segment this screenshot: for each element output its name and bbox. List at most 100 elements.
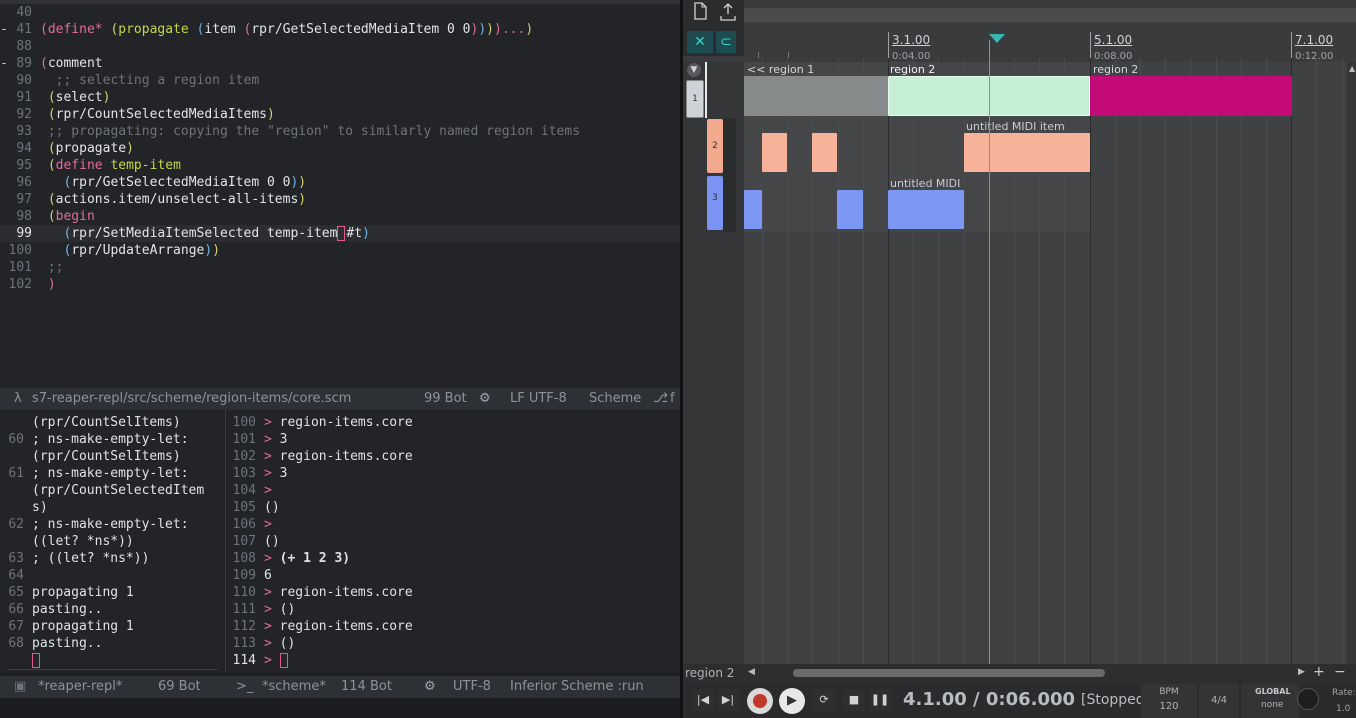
region-label-1[interactable]: << region 1	[747, 63, 814, 76]
scroll-left-icon[interactable]: ◀	[748, 667, 755, 677]
timeline-overview[interactable]	[744, 8, 1356, 22]
repeat-icon[interactable]: ⟳	[813, 689, 835, 711]
code-text: ;;	[40, 259, 64, 276]
code-token: ;; selecting a region item	[40, 73, 260, 88]
code-editor[interactable]: 40-41 (define* (propagate (item (rpr/GetS…	[0, 0, 680, 388]
repl-log-text: (rpr/CountSelItems)	[32, 449, 181, 464]
track-3-header[interactable]: 3	[707, 176, 723, 230]
region-label-3[interactable]: region 2	[1093, 63, 1138, 76]
code-line[interactable]: -89 (comment	[0, 55, 680, 72]
new-file-icon[interactable]	[687, 2, 713, 24]
code-token: (	[47, 209, 56, 224]
code-line[interactable]: 88	[0, 38, 680, 55]
repl-pane[interactable]: 100 > region-items.core 101 > 3 102 > region-…	[226, 410, 680, 672]
code-line[interactable]: 99 (rpr/SetMediaItemSelected temp-item #t…	[0, 225, 680, 242]
line-number: 64	[8, 568, 24, 583]
code-line[interactable]: 97 (actions.item/unselect-all-items)	[0, 191, 680, 208]
region-item-1[interactable]	[744, 76, 888, 116]
line-number: 61	[8, 466, 24, 481]
code-text: (propagate)	[40, 140, 134, 157]
go-to-end-icon[interactable]: ▶|	[717, 689, 739, 711]
code-line[interactable]: 95 (define temp-item	[0, 157, 680, 174]
horizontal-scrollbar-thumb[interactable]	[793, 669, 1105, 677]
code-line[interactable]: 93 ;; propagating: copying the "region" …	[0, 123, 680, 140]
stop-icon[interactable]: ■	[843, 689, 865, 711]
global-automation[interactable]: GLOBAL none	[1241, 684, 1299, 718]
scheme-buffer-name[interactable]: *scheme*	[262, 676, 326, 698]
time-signature[interactable]: 4/4	[1199, 684, 1239, 718]
ripple-edit-icon[interactable]: ✕	[687, 31, 713, 53]
playhead-line	[989, 40, 990, 664]
code-line[interactable]: 98 (begin	[0, 208, 680, 225]
line-number: 105	[232, 500, 256, 515]
scroll-up-icon[interactable]: ▲	[1349, 64, 1355, 73]
code-text: (define* (propagate (item (rpr/GetSelect…	[40, 21, 533, 38]
repl-log-pane[interactable]: (rpr/CountSelItems) 60 ; ns-make-empty-let…	[0, 410, 225, 672]
code-text: (begin	[40, 208, 95, 225]
repl-log-text: (rpr/CountSelectedItem	[32, 483, 205, 498]
gear-icon[interactable]: ⚙	[424, 676, 436, 698]
repl-buffer-name[interactable]: *reaper-repl*	[38, 676, 122, 698]
zoom-in-icon[interactable]: +	[1313, 664, 1325, 680]
code-line[interactable]: 102 )	[0, 276, 680, 293]
playhead-marker[interactable]	[989, 34, 1005, 43]
code-token: (	[47, 141, 56, 156]
pause-icon[interactable]: ❚❚	[869, 689, 891, 711]
code-line[interactable]: 101 ;;	[0, 259, 680, 276]
go-to-start-icon[interactable]: |◀	[692, 689, 714, 711]
region-item-3[interactable]	[1090, 76, 1292, 116]
code-line[interactable]: -41 (define* (propagate (item (rpr/GetSel…	[0, 21, 680, 38]
repl-line: 108 > (+ 1 2 3)	[226, 550, 351, 567]
code-token: )...	[494, 22, 526, 37]
code-text: (rpr/SetMediaItemSelected temp-item #t)	[40, 225, 370, 242]
position-display[interactable]: 4.1.00 / 0:06.000	[903, 689, 1075, 710]
export-icon[interactable]	[715, 2, 741, 24]
midi-item[interactable]	[812, 133, 837, 172]
ruler[interactable]	[744, 30, 1356, 62]
midi-item[interactable]	[744, 190, 762, 229]
code-line[interactable]: 90 ;; selecting a region item	[0, 72, 680, 89]
fold-marker[interactable]: -	[0, 55, 8, 72]
dropdown-icon[interactable]: ▼	[687, 63, 701, 77]
region-label-2[interactable]: region 2	[890, 63, 935, 76]
repl-output: ()	[264, 534, 280, 549]
ruler-label-2: 5.1.00	[1094, 33, 1133, 47]
snap-icon[interactable]: ⊂	[716, 31, 736, 53]
track-2-header[interactable]: 2	[707, 119, 723, 173]
repl-line: 109 6	[226, 567, 272, 584]
code-token: #t	[346, 226, 363, 241]
track-1-number: 1	[692, 94, 698, 104]
midi-item[interactable]	[762, 133, 787, 172]
zoom-out-icon[interactable]: −	[1334, 664, 1346, 680]
grid-line	[1266, 58, 1267, 664]
midi-item[interactable]	[888, 190, 964, 229]
scroll-right-icon[interactable]: ▶	[1298, 667, 1305, 677]
vertical-scrollbar[interactable]	[1347, 62, 1356, 664]
code-line[interactable]: 92 (rpr/CountSelectedMediaItems)	[0, 106, 680, 123]
midi-item[interactable]	[837, 190, 863, 229]
code-line[interactable]: 94 (propagate)	[0, 140, 680, 157]
file-path[interactable]: s7-reaper-repl/src/scheme/region-items/c…	[32, 388, 351, 410]
rate-knob[interactable]	[1297, 688, 1319, 710]
track-1-header[interactable]: 1	[686, 80, 704, 118]
code-line[interactable]: 91 (select)	[0, 89, 680, 106]
gear-icon[interactable]: ⚙	[479, 388, 491, 410]
code-token: )	[126, 141, 134, 156]
fold-marker[interactable]: -	[0, 21, 8, 38]
midi-item[interactable]	[964, 133, 1090, 172]
code-line[interactable]: 100 (rpr/UpdateArrange))	[0, 242, 680, 259]
global-label: GLOBAL	[1255, 687, 1291, 696]
code-line[interactable]: 40	[0, 4, 680, 21]
bpm-box[interactable]: BPM 120	[1141, 684, 1197, 718]
record-button[interactable]	[747, 688, 773, 714]
play-button[interactable]: ▶	[779, 688, 805, 714]
code-token: (	[47, 158, 56, 173]
code-line[interactable]: 96 (rpr/GetSelectedMediaItem 0 0))	[0, 174, 680, 191]
minibuffer[interactable]	[0, 698, 680, 718]
major-mode: Inferior Scheme :run	[510, 679, 644, 694]
line-number: 91	[16, 90, 32, 105]
